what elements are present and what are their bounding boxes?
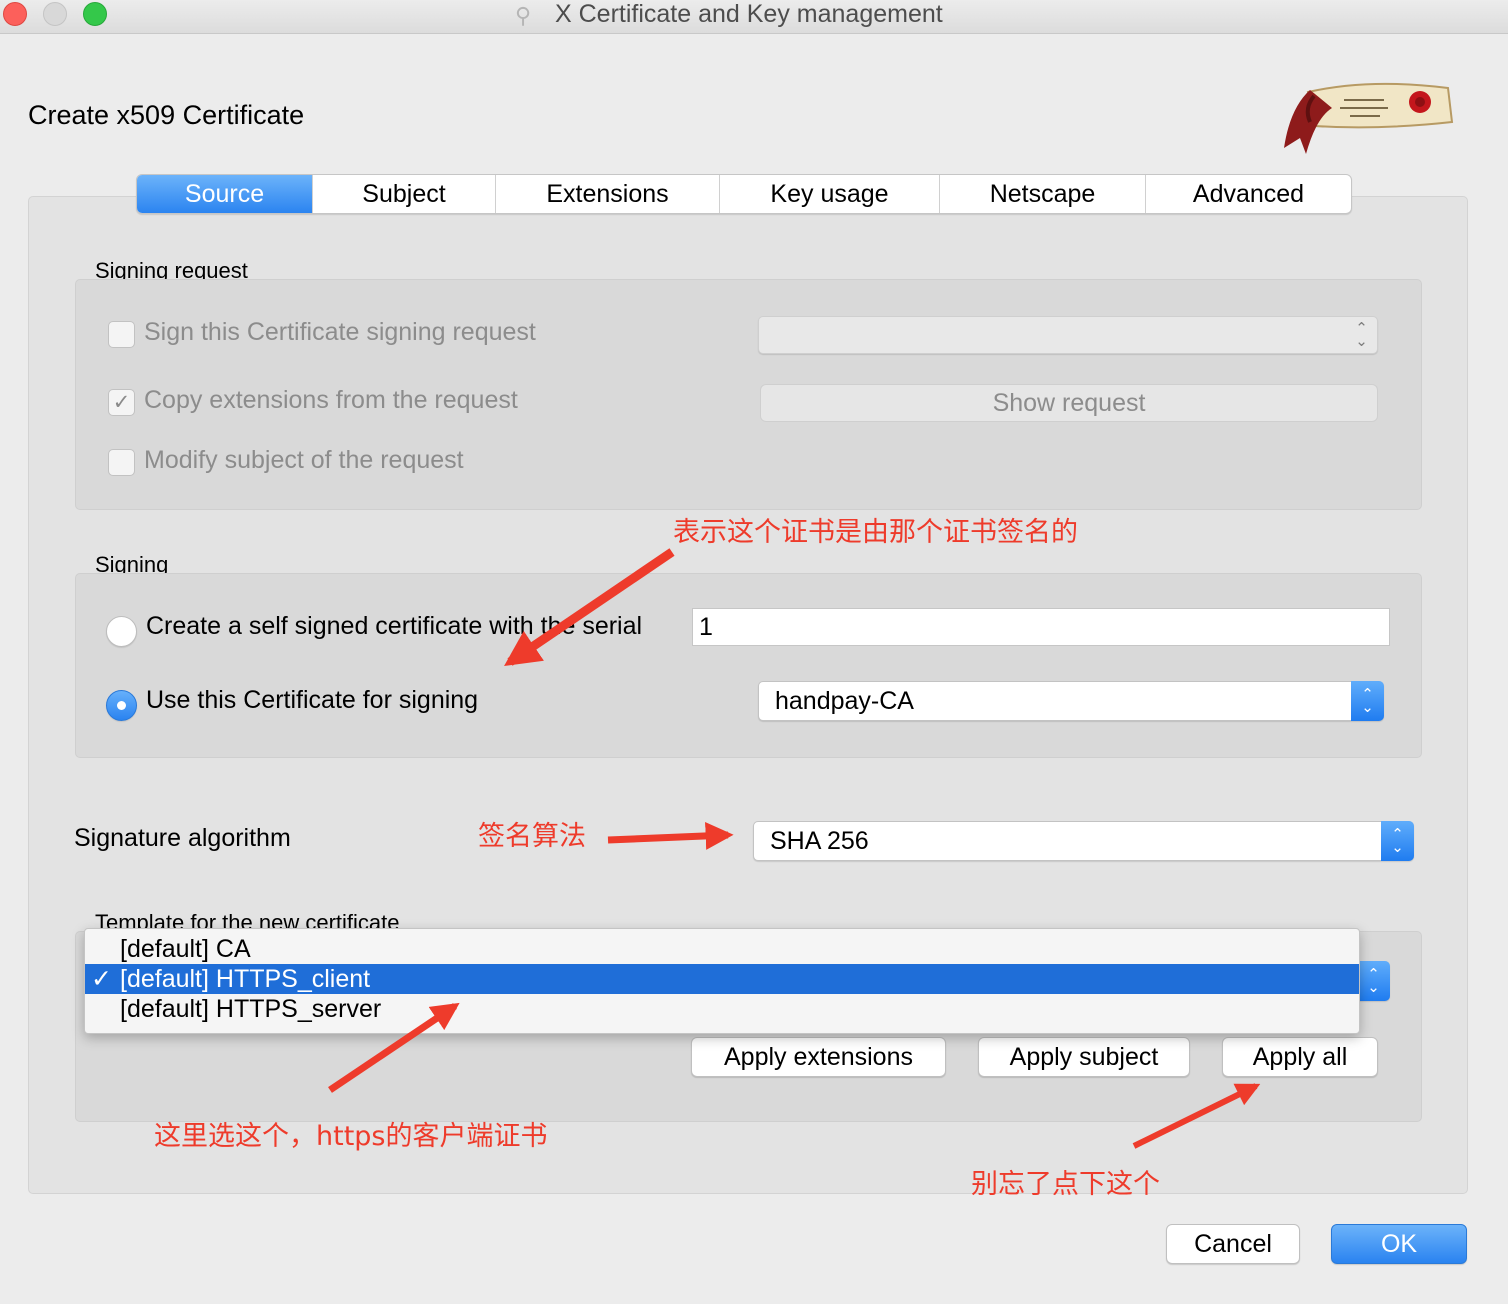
template-annotation: 这里选这个，https的客户端证书	[154, 1121, 548, 1152]
use-cert-label: Use this Certificate for signing	[146, 686, 479, 714]
chevron-updown-icon: ⌃ ⌄	[1357, 961, 1390, 1001]
self-signed-radio[interactable]	[106, 616, 137, 647]
apply-extensions-button[interactable]: Apply extensions	[691, 1037, 946, 1077]
copy-extensions-label: Copy extensions from the request	[144, 386, 518, 414]
checkmark-icon: ✓	[112, 391, 131, 414]
apply-all-annotation: 别忘了点下这个	[971, 1169, 1160, 1200]
minimize-window-button[interactable]	[43, 2, 67, 26]
checkmark-icon: ✓	[91, 965, 112, 993]
signer-annotation: 表示这个证书是由那个证书签名的	[673, 517, 1078, 548]
tab-subject[interactable]: Subject	[313, 175, 496, 213]
dialog-title: Create x509 Certificate	[28, 100, 305, 130]
tab-source[interactable]: Source	[137, 175, 313, 213]
cancel-button[interactable]: Cancel	[1166, 1224, 1300, 1264]
tab-netscape[interactable]: Netscape	[940, 175, 1146, 213]
signing-ca-value: handpay-CA	[775, 686, 914, 715]
tab-bar: Source Subject Extensions Key usage Nets…	[136, 174, 1352, 214]
tab-advanced[interactable]: Advanced	[1146, 175, 1351, 213]
show-request-button[interactable]: Show request	[760, 384, 1378, 422]
zoom-window-button[interactable]	[83, 2, 107, 26]
template-option-selected[interactable]: ✓ [default] HTTPS_client	[85, 964, 1359, 994]
window-titlebar: ⚲ X Certificate and Key management	[0, 0, 1508, 34]
serial-input[interactable]: 1	[692, 608, 1390, 646]
tab-key-usage[interactable]: Key usage	[720, 175, 940, 213]
chevron-updown-icon: ⌃ ⌄	[1381, 821, 1414, 861]
sign-csr-checkbox[interactable]	[108, 321, 135, 348]
template-option-label: [default] HTTPS_server	[120, 994, 382, 1023]
apply-all-button[interactable]: Apply all	[1222, 1037, 1378, 1077]
self-signed-label: Create a self signed certificate with th…	[146, 612, 643, 640]
chevron-updown-icon: ⌃ ⌄	[1351, 681, 1384, 721]
template-option-label: [default] HTTPS_client	[120, 964, 371, 993]
signing-ca-select[interactable]: handpay-CA ⌃ ⌄	[758, 681, 1384, 721]
close-window-button[interactable]	[3, 2, 27, 26]
app-icon: ⚲	[515, 3, 532, 28]
template-option-label: [default] CA	[120, 934, 251, 963]
signing-group	[75, 573, 1422, 758]
signature-algorithm-select[interactable]: SHA 256 ⌃ ⌄	[753, 821, 1414, 861]
use-cert-radio[interactable]	[106, 690, 137, 721]
apply-subject-button[interactable]: Apply subject	[978, 1037, 1190, 1077]
tab-extensions[interactable]: Extensions	[496, 175, 720, 213]
template-option[interactable]: [default] HTTPS_server	[85, 994, 1359, 1024]
sign-csr-label: Sign this Certificate signing request	[144, 318, 536, 346]
ok-button[interactable]: OK	[1331, 1224, 1467, 1264]
csr-select[interactable]: ⌃ ⌄	[758, 316, 1378, 354]
certificate-logo-icon	[1280, 78, 1460, 163]
copy-extensions-checkbox[interactable]: ✓	[108, 389, 135, 416]
modify-subject-label: Modify subject of the request	[144, 446, 464, 474]
window-title: X Certificate and Key management	[555, 0, 943, 28]
chevron-updown-icon: ⌃ ⌄	[1355, 320, 1368, 350]
signature-algorithm-label: Signature algorithm	[74, 824, 291, 852]
algorithm-annotation: 签名算法	[478, 821, 586, 852]
template-option[interactable]: [default] CA	[85, 934, 1359, 964]
modify-subject-checkbox[interactable]	[108, 449, 135, 476]
signature-algorithm-value: SHA 256	[770, 826, 869, 855]
template-dropdown-menu: [default] CA ✓ [default] HTTPS_client [de…	[84, 928, 1360, 1034]
